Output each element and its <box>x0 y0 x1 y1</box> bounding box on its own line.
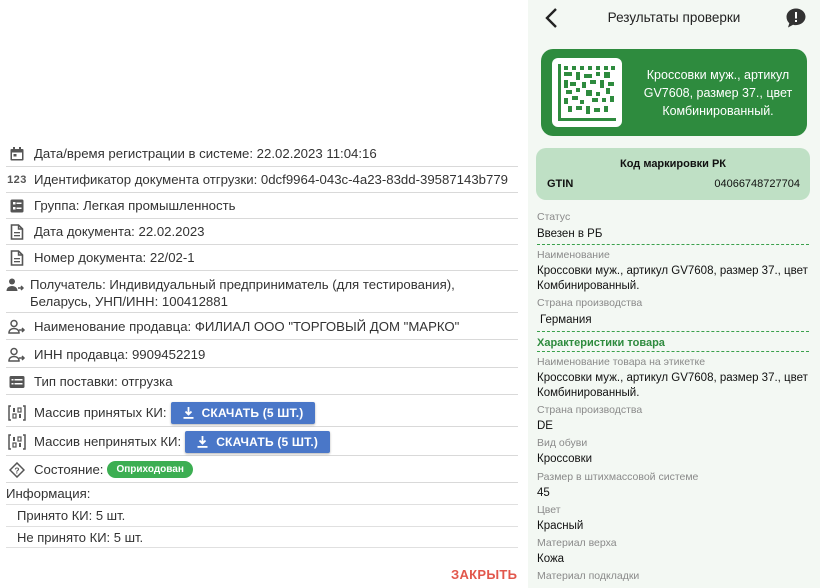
divider <box>537 244 809 245</box>
download-rejected-label: СКАЧАТЬ (5 ШТ.) <box>216 434 319 449</box>
divider <box>537 331 809 332</box>
status-value: Ввезен в РБ <box>537 228 603 240</box>
calendar-icon <box>6 145 28 163</box>
download-accepted-button[interactable]: СКАЧАТЬ (5 ШТ.) <box>170 401 316 424</box>
row-seller-inn: ИНН продавца: 9909452219 <box>6 342 518 368</box>
row-seller-name: Наименование продавца: ФИЛИАЛ ООО "ТОРГО… <box>6 314 518 340</box>
row-group: Группа: Легкая промышленность <box>6 193 518 219</box>
download-icon <box>183 406 194 419</box>
color-value: Красный <box>537 520 584 532</box>
row-text: Получатель: Индивидуальный предпринимате… <box>30 277 455 309</box>
row-text: Группа: Легкая промышленность <box>34 198 236 213</box>
status-label: Статус <box>537 211 571 223</box>
label-name-label: Наименование товара на этикетке <box>537 356 706 368</box>
diamond-question-icon: ? <box>6 461 28 479</box>
card-list-icon <box>6 373 28 391</box>
numbers-icon: 123 <box>7 173 27 186</box>
close-button[interactable]: ЗАКРЫТЬ <box>451 567 517 582</box>
gtin-value: 04066748727704 <box>714 178 800 190</box>
divider <box>537 351 809 352</box>
row-document-number: Номер документа: 22/02-1 <box>6 245 518 271</box>
document-icon <box>6 249 28 267</box>
row-document-date: Дата документа: 22.02.2023 <box>6 219 518 245</box>
row-accepted-codes: Массив принятых КИ: СКАЧАТЬ (5 ШТ.) <box>6 399 518 427</box>
row-text: Тип поставки: отгрузка <box>34 374 173 389</box>
row-text: Массив непринятых КИ: <box>34 434 182 449</box>
shoe-type-label: Вид обуви <box>537 437 588 449</box>
label-name-value: Кроссовки муж., артикул GV7608, размер 3… <box>537 372 808 399</box>
svg-text:?: ? <box>14 465 19 475</box>
country-label: Страна производства <box>537 297 643 309</box>
page-title: Результаты проверки <box>607 10 741 25</box>
info-title: Информация: <box>6 486 91 501</box>
array-icon <box>6 404 28 422</box>
array-icon <box>6 433 28 451</box>
upper-material-value: Кожа <box>537 553 565 565</box>
row-shipment-id: 123 Идентификатор документа отгрузки: 0d… <box>6 167 518 193</box>
person-arrow-icon <box>6 318 28 336</box>
download-accepted-label: СКАЧАТЬ (5 ШТ.) <box>201 405 304 420</box>
row-delivery-type: Тип поставки: отгрузка <box>6 369 518 395</box>
report-icon[interactable] <box>785 7 807 29</box>
color-label: Цвет <box>537 504 561 516</box>
top-bar: Результаты проверки <box>528 0 820 36</box>
row-text: Дата документа: 22.02.2023 <box>34 224 205 239</box>
size-value: 45 <box>537 487 550 499</box>
row-recipient: Получатель: Индивидуальный предпринимате… <box>6 271 518 313</box>
info-rejected: Не принято КИ: 5 шт. <box>6 526 518 548</box>
lining-material-label: Материал подкладки <box>537 570 640 582</box>
size-label: Размер в штихмассовой системе <box>537 471 699 483</box>
person-arrow-icon <box>6 346 28 364</box>
document-details-panel: Дата/время регистрации в системе: 22.02.… <box>0 0 528 588</box>
info-accepted: Принято КИ: 5 шт. <box>6 504 518 526</box>
upper-material-label: Материал верха <box>537 537 617 549</box>
row-text: Массив принятых КИ: <box>34 405 167 420</box>
row-rejected-codes: Массив непринятых КИ: СКАЧАТЬ (5 ШТ.) <box>6 428 518 456</box>
download-icon <box>197 435 208 448</box>
row-text: Состояние: <box>34 462 104 477</box>
product-name: Кроссовки муж., артикул GV7608, размер 3… <box>643 68 793 118</box>
document-icon <box>6 223 28 241</box>
section-title: Характеристики товара <box>537 337 665 349</box>
code-title: Код маркировки РК <box>620 158 726 170</box>
row-text: Дата/время регистрации в системе: 22.02.… <box>34 146 377 161</box>
name-label: Наименование <box>537 249 610 261</box>
country2-label: Страна производства <box>537 404 643 416</box>
status-badge: Оприходован <box>107 461 193 478</box>
list-box-icon <box>6 197 28 215</box>
row-registration-datetime: Дата/время регистрации в системе: 22.02.… <box>6 141 518 167</box>
row-text: Номер документа: 22/02-1 <box>34 250 195 265</box>
row-text: Идентификатор документа отгрузки: 0dcf99… <box>34 172 509 187</box>
check-results-panel: Результаты проверки Кроссовки муж., арти… <box>528 0 820 588</box>
product-card: Кроссовки муж., артикул GV7608, размер 3… <box>541 49 807 136</box>
gtin-label: GTIN <box>547 178 574 190</box>
download-rejected-button[interactable]: СКАЧАТЬ (5 ШТ.) <box>185 430 331 453</box>
shoe-type-value: Кроссовки <box>537 453 593 465</box>
person-arrow-icon <box>6 276 24 294</box>
datamatrix-icon <box>552 58 622 127</box>
row-status: ? Состояние: Оприходован <box>6 457 518 483</box>
country2-value: DE <box>537 420 553 432</box>
country-value: Германия <box>540 314 592 326</box>
name-value: Кроссовки муж., артикул GV7608, размер 3… <box>537 265 808 292</box>
row-text: ИНН продавца: 9909452219 <box>34 347 206 362</box>
row-text: Наименование продавца: ФИЛИАЛ ООО "ТОРГО… <box>34 319 460 334</box>
marking-code-card: Код маркировки РК GTIN 04066748727704 <box>536 148 810 200</box>
